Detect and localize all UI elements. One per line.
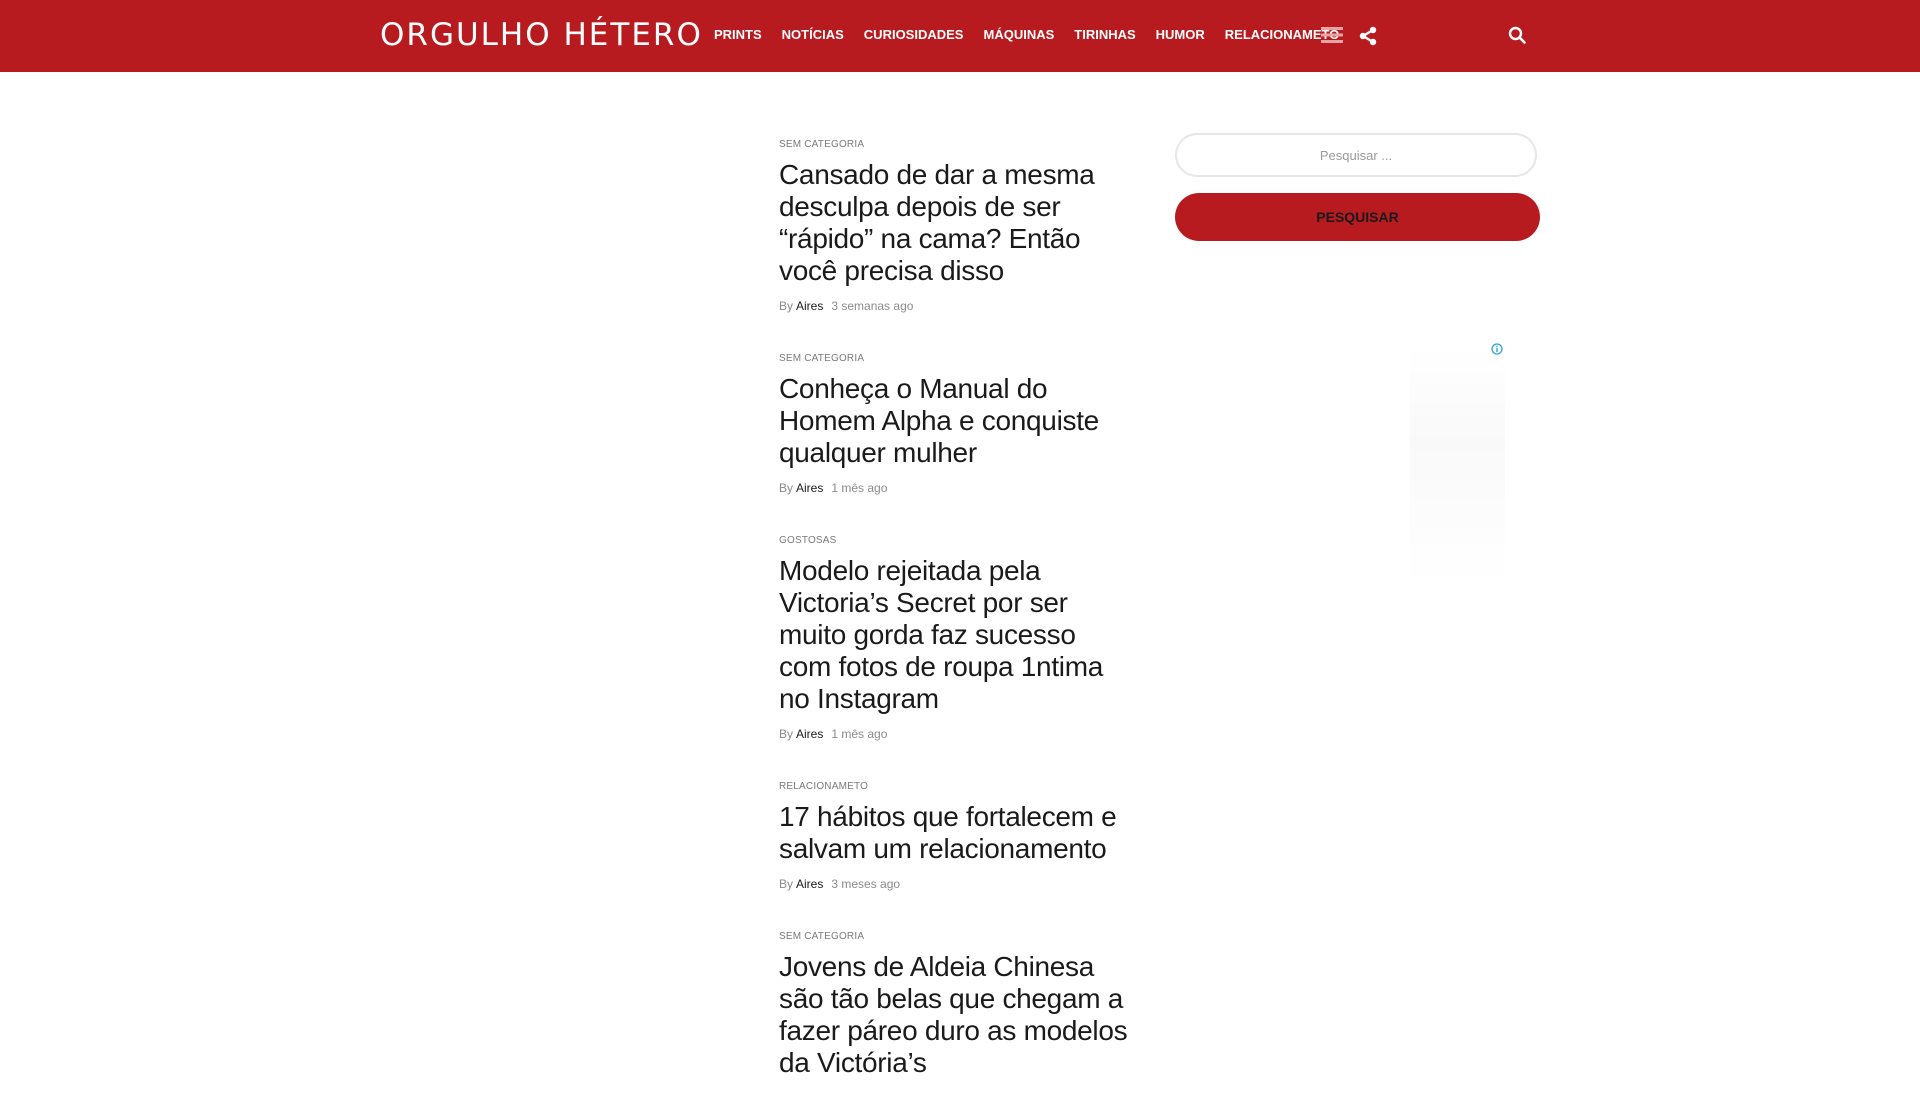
author-link[interactable]: Aires (796, 299, 823, 313)
nav-item-maquinas[interactable]: MÁQUINAS (983, 27, 1054, 42)
article-meta: By Aires 3 meses ago (779, 877, 1129, 891)
article-title[interactable]: Jovens de Aldeia Chinesa são tão belas q… (779, 951, 1129, 1079)
article-title[interactable]: Cansado de dar a mesma desculpa depois d… (779, 159, 1129, 287)
author-link[interactable]: Aires (796, 481, 823, 495)
search-button[interactable]: PESQUISAR (1175, 193, 1540, 241)
article-time: 1 mês ago (831, 481, 888, 495)
article-category[interactable]: SEM CATEGORIA (779, 353, 1129, 364)
article-category[interactable]: GOSTOSAS (779, 535, 1129, 546)
article-category[interactable]: SEM CATEGORIA (779, 139, 1129, 150)
ad-banner (1410, 345, 1505, 585)
article-time: 3 meses ago (831, 877, 901, 891)
article-category[interactable]: RELACIONAMETO (779, 781, 1129, 792)
author-link[interactable]: Aires (796, 877, 823, 891)
nav-item-prints[interactable]: PRINTS (714, 27, 762, 42)
hamburger-icon[interactable] (1321, 26, 1343, 44)
by-label: By (779, 299, 794, 313)
article-meta: By Aires 1 mês ago (779, 727, 1129, 741)
nav-item-humor[interactable]: HUMOR (1156, 27, 1205, 42)
search-icon[interactable] (1508, 26, 1526, 44)
list-item: SEM CATEGORIA Cansado de dar a mesma des… (779, 139, 1129, 313)
site-logo[interactable]: ORGULHO HÉTERO (380, 17, 703, 53)
article-list: SEM CATEGORIA Cansado de dar a mesma des… (779, 139, 1129, 1119)
nav-item-curiosidades[interactable]: CURIOSIDADES (864, 27, 964, 42)
article-title[interactable]: 17 hábitos que fortalecem e salvam um re… (779, 801, 1129, 865)
nav-item-tirinhas[interactable]: TIRINHAS (1074, 27, 1135, 42)
nav-item-noticias[interactable]: NOTÍCIAS (782, 27, 844, 42)
info-icon[interactable] (1491, 343, 1503, 355)
article-title[interactable]: Conheça o Manual do Homem Alpha e conqui… (779, 373, 1129, 469)
article-time: 3 semanas ago (831, 299, 914, 313)
share-icon[interactable] (1358, 26, 1378, 46)
list-item: GOSTOSAS Modelo rejeitada pela Victoria’… (779, 535, 1129, 741)
by-label: By (779, 481, 794, 495)
article-title[interactable]: Modelo rejeitada pela Victoria’s Secret … (779, 555, 1129, 715)
list-item: SEM CATEGORIA Jovens de Aldeia Chinesa s… (779, 931, 1129, 1079)
list-item: SEM CATEGORIA Conheça o Manual do Homem … (779, 353, 1129, 495)
author-link[interactable]: Aires (796, 727, 823, 741)
article-meta: By Aires 1 mês ago (779, 481, 1129, 495)
article-category[interactable]: SEM CATEGORIA (779, 931, 1129, 942)
by-label: By (779, 877, 794, 891)
main-nav: PRINTS NOTÍCIAS CURIOSIDADES MÁQUINAS TI… (714, 27, 1359, 42)
header-torn-edge (0, 54, 1920, 72)
article-time: 1 mês ago (831, 727, 888, 741)
by-label: By (779, 727, 794, 741)
article-meta: By Aires 3 semanas ago (779, 299, 1129, 313)
search-input[interactable] (1175, 133, 1537, 177)
list-item: RELACIONAMETO 17 hábitos que fortalecem … (779, 781, 1129, 891)
